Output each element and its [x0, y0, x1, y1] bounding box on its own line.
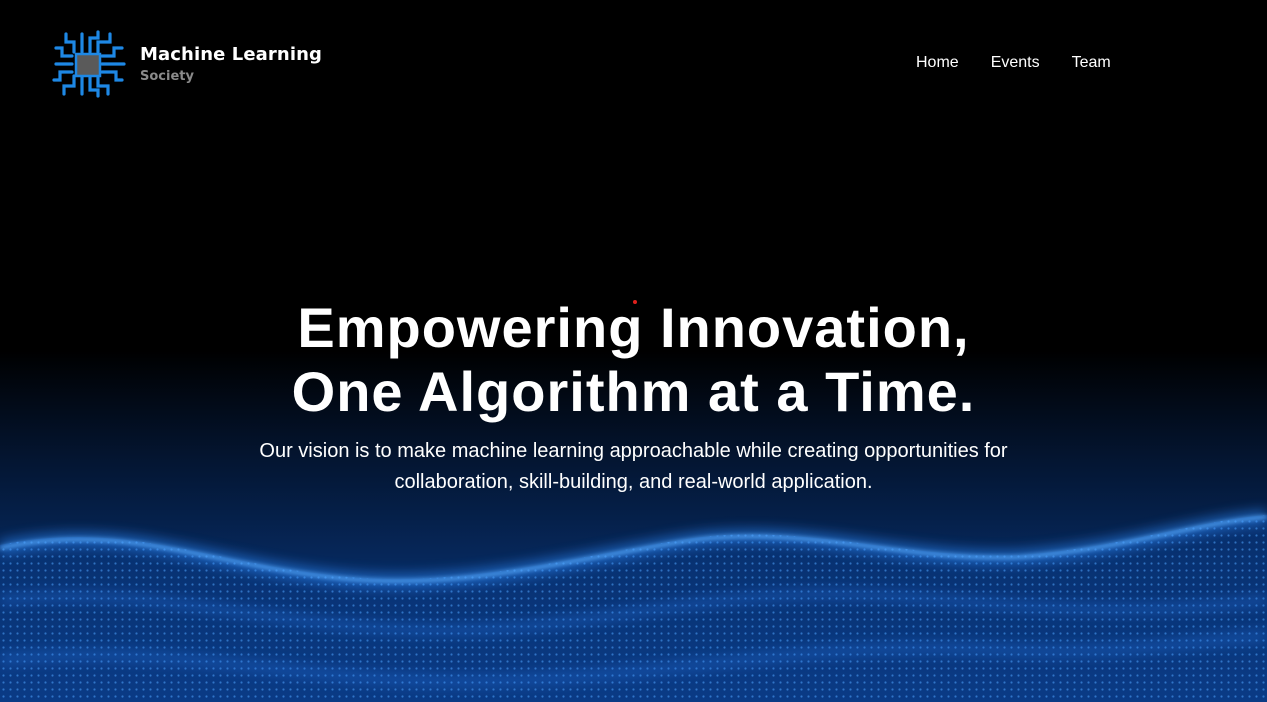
hero-title-line-2: One Algorithm at a Time. — [291, 360, 976, 423]
nav-home[interactable]: Home — [916, 54, 959, 72]
brand-tagline: Society — [140, 68, 194, 84]
hero-section: Empowering Innovation, One Algorithm at … — [0, 296, 1267, 498]
hero-title-line-1: Empowering Innovation, — [297, 296, 970, 359]
nav-team[interactable]: Team — [1072, 54, 1111, 72]
circuit-chip-icon — [52, 30, 126, 98]
hero-title: Empowering Innovation, One Algorithm at … — [0, 296, 1267, 424]
brand-text: Machine Learning Society — [140, 43, 322, 84]
brand-logo[interactable]: Machine Learning Society — [52, 28, 322, 100]
landing-page: Machine Learning Society Home Events Tea… — [0, 0, 1267, 702]
nav-events[interactable]: Events — [991, 54, 1040, 72]
brand-name: Machine Learning — [140, 43, 322, 65]
main-nav: Home Events Team — [916, 54, 1111, 72]
hero-subtitle: Our vision is to make machine learning a… — [259, 440, 1008, 493]
